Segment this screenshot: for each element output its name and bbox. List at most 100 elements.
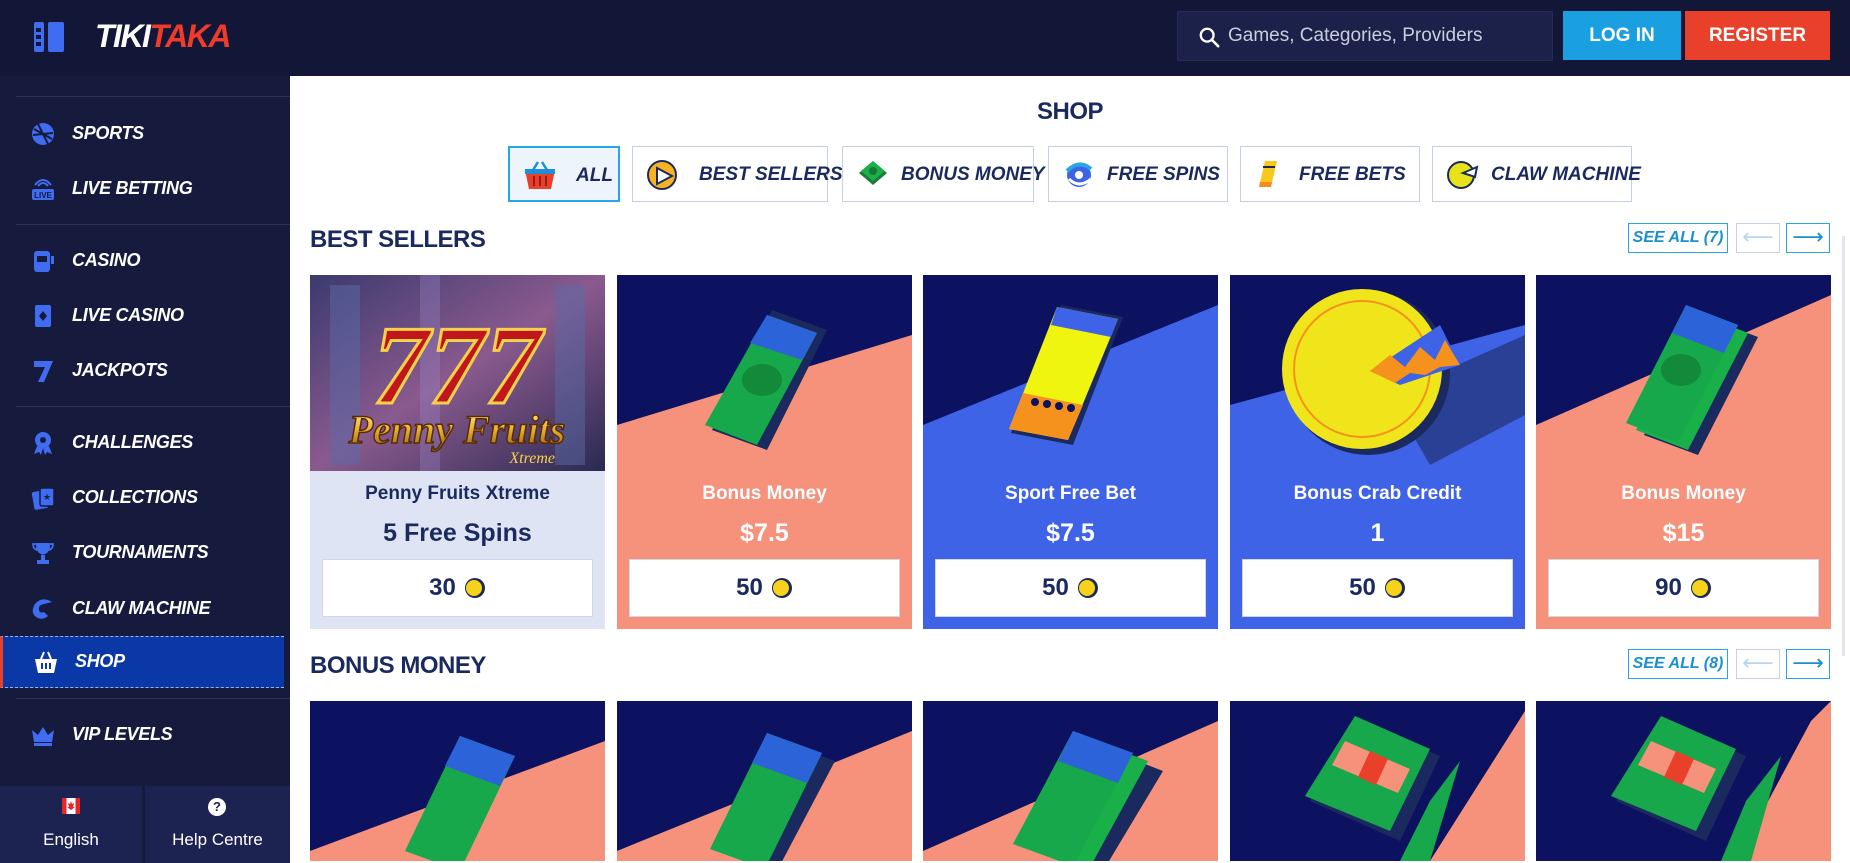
casino-icon — [34, 251, 54, 272]
coin-icon — [1384, 578, 1405, 598]
see-all-bonus-money-button[interactable]: SEE ALL (8) — [1628, 649, 1728, 679]
register-button[interactable]: REGISTER — [1685, 11, 1830, 60]
sidebar-item-casino[interactable]: CASINO — [0, 236, 284, 286]
sidebar-item-claw-machine[interactable]: CLAW MACHINE — [0, 584, 284, 634]
buy-button[interactable]: 50 — [1242, 559, 1513, 617]
filter-free-bets[interactable]: FREE BETS — [1240, 146, 1420, 202]
filter-label: FREE SPINS — [1107, 164, 1220, 185]
free-bets-icon — [1259, 161, 1277, 187]
coin-icon — [1690, 578, 1711, 598]
card-name: Bonus Crab Credit — [1293, 483, 1462, 504]
divider — [16, 96, 296, 97]
buy-button[interactable]: 90 — [1548, 559, 1819, 617]
shop-card[interactable] — [1536, 701, 1831, 861]
shop-card[interactable]: Bonus Crab Credit 1 50 — [1230, 275, 1525, 629]
filter-label: FREE BETS — [1299, 164, 1406, 185]
best-sellers-next-button[interactable]: ⟶ — [1786, 223, 1830, 253]
bonus-money-art — [310, 701, 605, 861]
claw-machine-icon — [32, 599, 52, 619]
sidebar-item-collections[interactable]: ★ COLLECTIONS — [0, 473, 284, 523]
card-price: 50 — [1042, 574, 1069, 601]
bonus-money-prev-button[interactable]: ⟵ — [1736, 649, 1780, 679]
filter-label: CLAW MACHINE — [1491, 164, 1641, 185]
shop-card[interactable]: 777 Penny Fruits Xtreme Penny Fruits Xtr… — [310, 275, 605, 629]
search-box[interactable] — [1177, 11, 1553, 61]
sidebar-item-shop[interactable]: SHOP — [0, 636, 284, 688]
sidebar-item-label: LIVE CASINO — [72, 305, 184, 325]
filter-best-sellers[interactable]: BEST SELLERS — [632, 146, 843, 202]
card-value: $7.5 — [1046, 519, 1095, 547]
card-value: $15 — [1662, 519, 1705, 547]
language-button[interactable]: English — [0, 786, 142, 863]
tournaments-icon — [32, 543, 54, 564]
shop-icon — [35, 651, 57, 673]
sidebar-item-challenges[interactable]: CHALLENGES — [0, 418, 284, 468]
see-all-best-sellers-button[interactable]: SEE ALL (7) — [1628, 223, 1728, 253]
filter-claw-machine[interactable]: CLAW MACHINE — [1432, 146, 1641, 202]
shop-card[interactable]: Bonus Money $7.5 50 — [617, 275, 912, 629]
card-name: Bonus Money — [702, 483, 827, 504]
shop-card[interactable] — [310, 701, 605, 861]
sidebar-item-label: JACKPOTS — [72, 360, 168, 380]
free-spins-icon — [1065, 162, 1093, 187]
page-title: SHOP — [1036, 98, 1104, 125]
sidebar: SPORTS LIVE LIVE BETTING CASINO LIVE CAS… — [0, 76, 296, 863]
card-price: 50 — [736, 574, 763, 601]
divider — [16, 406, 296, 407]
site-logo[interactable]: TIKITAKA — [95, 18, 231, 55]
bonus-money-art — [617, 701, 912, 861]
filter-label: ALL — [576, 165, 613, 186]
best-sellers-prev-button[interactable]: ⟵ — [1736, 223, 1780, 253]
card-price: 30 — [429, 574, 456, 601]
shop-card[interactable]: Sport Free Bet $7.5 50 — [923, 275, 1218, 629]
carousel-scrollbar[interactable] — [1842, 236, 1845, 656]
live-casino-icon — [35, 305, 51, 327]
art-subtitle: Xtreme — [508, 450, 555, 467]
card-value: 5 Free Spins — [383, 519, 532, 547]
bonus-money-next-button[interactable]: ⟶ — [1786, 649, 1830, 679]
card-price: 90 — [1655, 574, 1682, 601]
sidebar-item-tournaments[interactable]: TOURNAMENTS — [0, 528, 284, 578]
menu-toggle-icon[interactable] — [34, 22, 66, 52]
card-value: 1 — [1370, 519, 1385, 547]
shop-card[interactable] — [1230, 701, 1525, 861]
divider — [16, 698, 296, 699]
live-betting-icon: LIVE — [32, 179, 54, 200]
bonus-money-art — [923, 701, 1218, 861]
buy-button[interactable]: 50 — [629, 559, 900, 617]
card-price: 50 — [1349, 574, 1376, 601]
sidebar-item-label: SPORTS — [72, 123, 144, 143]
penny-fruits-art: 777 Penny Fruits Xtreme — [310, 275, 605, 471]
buy-button[interactable]: 30 — [322, 559, 593, 617]
filter-label: BONUS MONEY — [901, 164, 1045, 185]
help-centre-label: Help Centre — [172, 830, 263, 849]
shop-card[interactable] — [617, 701, 912, 861]
shop-card[interactable]: Bonus Money $15 90 — [1536, 275, 1831, 629]
login-button[interactable]: LOG IN — [1563, 11, 1681, 60]
card-name: Bonus Money — [1621, 483, 1746, 504]
sidebar-item-jackpots[interactable]: JACKPOTS — [0, 346, 284, 396]
sidebar-item-label: CLAW MACHINE — [72, 598, 211, 618]
sidebar-item-label: VIP LEVELS — [72, 724, 173, 744]
top-bar: TIKITAKA LOG IN REGISTER — [0, 0, 1850, 76]
challenges-icon — [34, 432, 52, 455]
canada-flag-icon — [62, 798, 80, 814]
bonus-money-icon — [859, 161, 887, 185]
sidebar-item-vip-levels[interactable]: VIP LEVELS — [0, 710, 284, 760]
sidebar-item-sports[interactable]: SPORTS — [0, 109, 284, 159]
sidebar-item-live-betting[interactable]: LIVE LIVE BETTING — [0, 164, 284, 214]
svg-text:LIVE: LIVE — [34, 191, 52, 200]
filter-bonus-money[interactable]: BONUS MONEY — [842, 146, 1045, 202]
jackpots-icon — [34, 361, 53, 382]
filter-all[interactable]: ALL — [508, 146, 620, 202]
sidebar-item-label: SHOP — [75, 651, 125, 671]
collections-icon: ★ — [31, 487, 55, 510]
sidebar-item-live-casino[interactable]: LIVE CASINO — [0, 291, 284, 341]
shop-card[interactable] — [923, 701, 1218, 861]
filter-free-spins[interactable]: FREE SPINS — [1048, 146, 1228, 202]
coin-icon — [771, 578, 792, 598]
help-centre-button[interactable]: ? Help Centre — [145, 786, 290, 863]
search-input[interactable] — [1228, 12, 1538, 60]
buy-button[interactable]: 50 — [935, 559, 1206, 617]
sidebar-item-label: TOURNAMENTS — [72, 542, 209, 562]
